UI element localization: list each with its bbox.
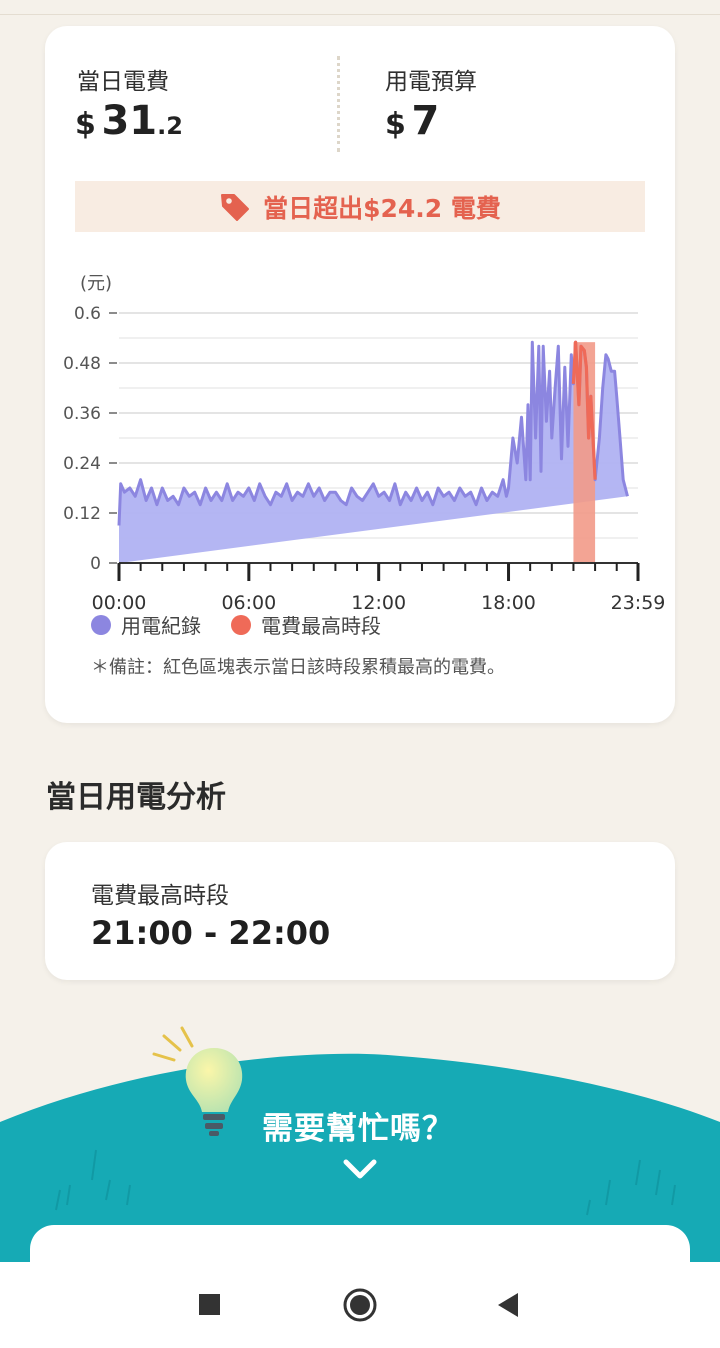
peak-period-card: 電費最高時段 21:00 - 22:00 [45, 842, 675, 980]
daily-cost-label: 當日電費 [77, 69, 169, 95]
over-budget-banner: 當日超出$24.2 電費 [75, 181, 645, 232]
budget-currency: $ [385, 107, 406, 142]
back-button[interactable] [468, 1262, 548, 1348]
circle-home-icon [343, 1288, 377, 1322]
x-tick-label: 18:00 [481, 592, 536, 614]
usage-chart: (元)00.120.240.360.480.600:00 06:00 12:00 18… [63, 273, 666, 614]
legend-usage: 用電紀錄 [91, 610, 201, 639]
daily-cost-decimal: .2 [157, 112, 183, 140]
top-divider [0, 14, 720, 15]
y-tick-label: 0.6 [74, 304, 101, 324]
section-title: 當日用電分析 [46, 780, 226, 815]
daily-cost-card: 當日電費 $ 31.2 用電預算 $ 7 當日超出$24.2 電費 (元) 0 0.… [45, 26, 675, 723]
peak-period-value: 21:00 - 22:00 [91, 914, 331, 952]
budget-number: 7 [411, 98, 440, 144]
legend-peak-label: 電費最高時段 [261, 614, 381, 638]
legend-peak-dot [231, 614, 251, 635]
price-tag-icon [221, 193, 250, 221]
system-nav-bar [0, 1262, 720, 1348]
legend-peak: 電費最高時段 [231, 610, 381, 639]
recents-button[interactable] [170, 1262, 250, 1348]
y-tick-label: 0.36 [63, 404, 101, 424]
y-tick-label: 0.24 [63, 454, 101, 474]
legend-usage-dot [91, 614, 111, 635]
square-icon [199, 1294, 220, 1315]
budget-label: 用電預算 [385, 69, 477, 95]
over-budget-text: 當日超出$24.2 電費 [263, 193, 501, 223]
y-tick-label: 0 [90, 554, 101, 574]
x-tick-label: 23:59 [611, 592, 666, 614]
stat-divider [337, 56, 340, 152]
help-title[interactable]: 需要幫忙嗎？ [262, 1103, 454, 1148]
daily-cost-value: $ 31.2 [75, 98, 183, 144]
daily-cost-currency: $ [75, 107, 96, 142]
chart-note: ＊備註：紅色區塊表示當日該時段累積最高的電費。 [91, 657, 505, 678]
triangle-back-icon [498, 1293, 518, 1317]
budget-value: $ 7 [385, 98, 439, 144]
y-axis-unit-label: (元) [80, 273, 112, 294]
home-button[interactable] [320, 1262, 400, 1348]
y-tick-label: 0.48 [63, 354, 101, 374]
y-tick-label: 0.12 [63, 504, 101, 524]
peak-period-label: 電費最高時段 [91, 883, 229, 909]
daily-cost-integer: 31 [101, 98, 158, 144]
legend-usage-label: 用電紀錄 [121, 614, 201, 638]
